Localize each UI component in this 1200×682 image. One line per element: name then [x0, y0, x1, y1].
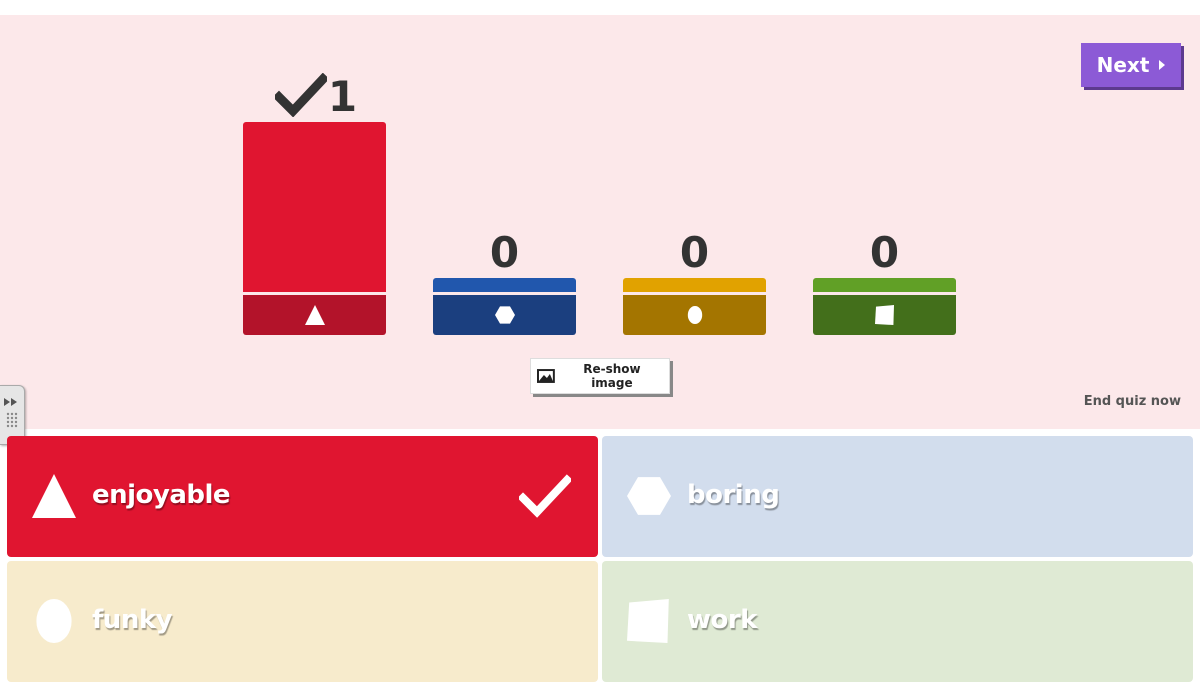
next-button[interactable]: Next [1081, 43, 1181, 87]
caret-right-icon [1159, 60, 1166, 70]
answer-funky[interactable]: funky [7, 561, 598, 682]
result-bar-funky [623, 278, 766, 335]
triangle-icon [32, 474, 76, 522]
reshow-image-button[interactable]: Re-show image [530, 358, 670, 394]
triangle-icon [243, 295, 386, 335]
next-label: Next [1096, 53, 1150, 77]
result-bar-boring [433, 278, 576, 335]
result-count-enjoyable: 1 [327, 72, 358, 121]
end-quiz-link[interactable]: End quiz now [1060, 394, 1181, 409]
square-icon [813, 295, 956, 335]
result-count-boring: 0 [489, 228, 520, 277]
circle-icon [32, 599, 76, 647]
result-count-work: 0 [869, 228, 900, 277]
fast-forward-icon [4, 398, 17, 406]
circle-icon [623, 295, 766, 335]
answer-label: enjoyable [92, 480, 231, 510]
answer-label: work [687, 605, 758, 635]
hexagon-icon [627, 474, 671, 522]
answer-enjoyable[interactable]: enjoyable [7, 436, 598, 557]
answer-label: funky [92, 605, 173, 635]
image-icon [537, 369, 555, 383]
hexagon-icon [433, 295, 576, 335]
check-icon [517, 474, 573, 522]
answer-label: boring [687, 480, 780, 510]
grip-icon [6, 412, 18, 428]
result-bar-work [813, 278, 956, 335]
result-bar-enjoyable [243, 122, 386, 335]
answer-boring[interactable]: boring [602, 436, 1193, 557]
results-panel: Next 1 0 0 0 Re-show image End quiz now [0, 15, 1200, 429]
answer-work[interactable]: work [602, 561, 1193, 682]
result-count-funky: 0 [679, 228, 710, 277]
reshow-label: Re-show image [583, 362, 641, 390]
square-icon [627, 599, 671, 647]
